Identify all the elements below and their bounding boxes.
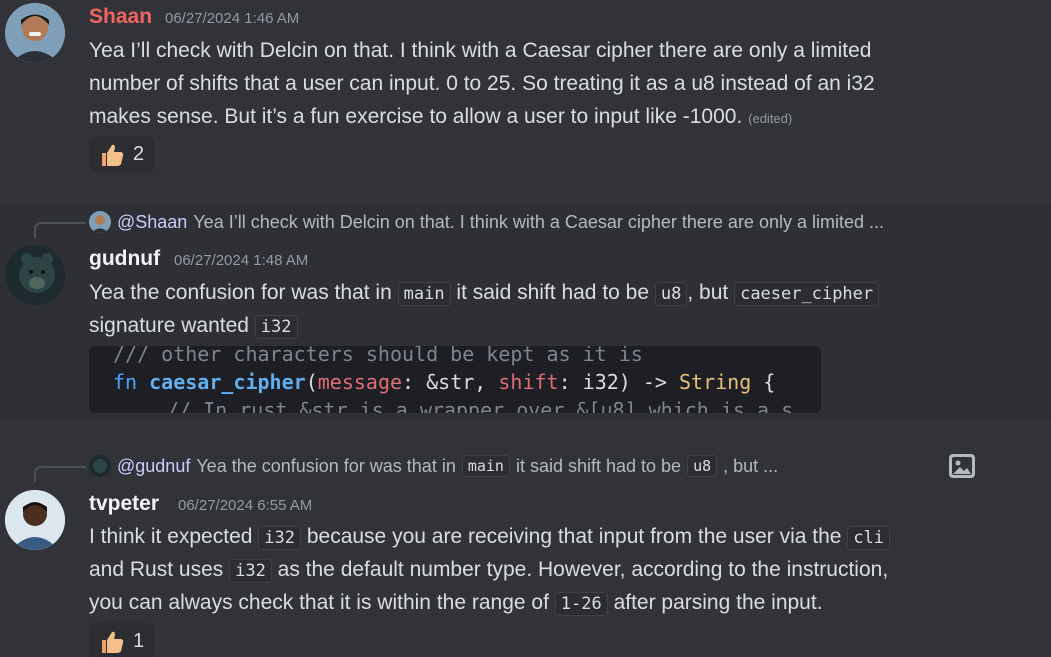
thumbs-up-icon <box>102 631 124 653</box>
timestamp: 06/27/2024 6:55 AM <box>178 497 313 514</box>
reply-mention[interactable]: @Shaan <box>117 212 187 233</box>
avatar-mini <box>89 211 111 233</box>
message-line: Yea I’ll check with Delcin on that. I th… <box>89 39 872 62</box>
reply-preview[interactable]: @gudnuf Yea the confusion for was that i… <box>89 454 778 478</box>
author-name[interactable]: tvpeter <box>89 492 159 516</box>
code-line: // In rust &str is a wrapper over &[u8] … <box>167 398 794 413</box>
reply-connector <box>34 466 86 482</box>
reply-text: Yea I’ll check with Delcin on that. I th… <box>193 211 884 232</box>
inline-code: caeser_cipher <box>734 282 880 306</box>
avatar[interactable] <box>5 490 65 550</box>
avatar[interactable] <box>5 3 65 63</box>
inline-code: 1-26 <box>554 592 608 616</box>
message-shaan: Shaan 06/27/2024 1:46 AM Yea I’ll check … <box>0 0 1051 205</box>
reaction-count: 1 <box>133 630 145 652</box>
image-icon[interactable] <box>948 453 976 479</box>
reply-mention[interactable]: @gudnuf <box>117 456 190 477</box>
inline-code: main <box>461 455 510 477</box>
message-line: signature wanted i32 <box>89 309 298 344</box>
reaction-thumbs-up[interactable]: 2 <box>89 136 155 173</box>
avatar-tvpeter-image <box>5 490 65 550</box>
reply-preview[interactable]: @Shaan Yea I’ll check with Delcin on tha… <box>89 210 884 234</box>
message-line: Yea the confusion for was that in main i… <box>89 276 880 311</box>
author-name[interactable]: gudnuf <box>89 247 160 271</box>
message-line: you can always check that it is within t… <box>89 591 823 616</box>
timestamp: 06/27/2024 1:46 AM <box>165 10 300 27</box>
code-line: /// other characters should be kept as i… <box>113 346 643 366</box>
code-image-attachment[interactable]: /// other characters should be kept as i… <box>89 346 821 413</box>
inline-code: i32 <box>229 559 272 583</box>
message-tvpeter: @gudnuf Yea the confusion for was that i… <box>0 420 1051 657</box>
inline-code: cli <box>847 526 891 550</box>
inline-code: u8 <box>687 455 718 477</box>
inline-code: i32 <box>258 526 301 550</box>
edited-label: (edited) <box>748 111 793 126</box>
reaction-thumbs-up[interactable]: 1 <box>89 623 155 657</box>
message-line: I think it expected i32 because you are … <box>89 520 891 555</box>
inline-code: main <box>397 282 451 306</box>
reaction-count: 2 <box>133 143 145 165</box>
code-line: fn caesar_cipher(message: &str, shift: i… <box>113 370 776 394</box>
avatar[interactable] <box>5 245 65 305</box>
reply-connector <box>34 222 86 238</box>
avatar-shaan-image <box>5 3 65 63</box>
timestamp: 06/27/2024 1:48 AM <box>174 252 309 269</box>
inline-code: i32 <box>254 315 298 339</box>
message-line: number of shifts that a user can input. … <box>89 72 875 95</box>
inline-code: u8 <box>654 282 688 306</box>
thumbs-up-icon <box>102 144 124 166</box>
author-name[interactable]: Shaan <box>89 5 152 29</box>
avatar-mini <box>89 455 111 477</box>
message-line: makes sense. But it’s a fun exercise to … <box>89 105 793 128</box>
message-line: and Rust uses i32 as the default number … <box>89 558 889 583</box>
avatar-gudnuf-image <box>5 245 65 305</box>
